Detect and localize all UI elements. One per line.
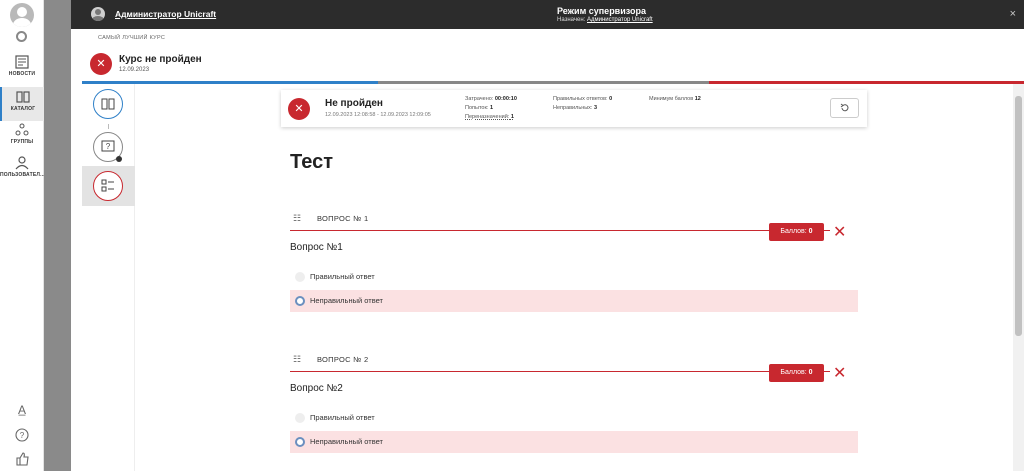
stat-label: Переназначений: — [465, 114, 510, 120]
step-lesson[interactable] — [82, 84, 135, 124]
score-label: Баллов: — [780, 228, 807, 235]
like-icon[interactable] — [14, 452, 30, 468]
question-header: ☷ ВОПРОС № 1 — [290, 209, 830, 231]
score-value: 0 — [808, 228, 813, 235]
test-title: Тест — [290, 151, 333, 173]
app-sidebar: НОВОСТИ КАТАЛОГ ГРУППЫ ПОЛЬЗОВАТЕЛ... A̲… — [0, 0, 45, 471]
course-header: САМЫЙ ЛУЧШИЙ КУРС ✕ Курс не пройден 12.0… — [82, 29, 1024, 81]
course-fail-icon: ✕ — [90, 53, 112, 75]
result-card: ✕ Не пройден 12.09.2023 12:08:58 - 12.09… — [281, 90, 867, 127]
answer-text: Неправильный ответ — [310, 296, 383, 305]
stat-wrong: Неправильных: 3 — [553, 105, 597, 111]
close-icon[interactable]: × — [1010, 8, 1016, 20]
stat-label: Неправильных: — [553, 105, 593, 111]
stat-label: Правильных ответов: — [553, 96, 608, 102]
stat-value: 1 — [510, 114, 514, 120]
assigned-prefix: Назначен: — [557, 17, 586, 23]
sidebar-item-label: ПОЛЬЗОВАТЕЛ... — [0, 172, 45, 178]
breadcrumb[interactable]: САМЫЙ ЛУЧШИЙ КУРС — [98, 35, 165, 41]
list-icon: ☷ — [293, 354, 302, 364]
avatar[interactable] — [10, 3, 34, 27]
scrollbar[interactable] — [1013, 84, 1024, 471]
question-number: ВОПРОС № 2 — [317, 355, 369, 364]
result-status: Не пройден — [325, 98, 383, 109]
course-title: Курс не пройден — [119, 54, 202, 65]
question-text: Вопрос №1 — [290, 242, 343, 253]
step-badge — [116, 156, 122, 162]
overlay-backdrop — [44, 0, 71, 471]
score-badge: Баллов: 0 — [769, 223, 824, 241]
question-header: ☷ ВОПРОС № 2 — [290, 350, 830, 372]
fail-icon: ✕ — [288, 98, 310, 120]
user-avatar-icon — [91, 7, 105, 21]
main-content: ✕ Не пройден 12.09.2023 12:08:58 - 12.09… — [135, 84, 1013, 471]
score-badge: Баллов: 0 — [769, 364, 824, 382]
sidebar-item-users[interactable]: ПОЛЬЗОВАТЕЛ... — [0, 153, 45, 187]
stat-label: Попыток: — [465, 105, 489, 111]
mode-title: Режим супервизора — [557, 6, 647, 16]
assigned-info: Назначен: Администратор Unicraft — [557, 17, 653, 23]
stat-value: 12 — [694, 96, 701, 102]
supervisor-bar: Администратор Unicraft Режим супервизора… — [71, 0, 1024, 29]
settings-icon[interactable] — [16, 31, 27, 42]
reset-icon — [840, 103, 848, 112]
assigned-user-link[interactable]: Администратор Unicraft — [587, 17, 653, 23]
sidebar-item-label: ГРУППЫ — [10, 139, 34, 145]
answer-option: Правильный ответ — [290, 407, 858, 429]
stat-correct: Правильных ответов: 0 — [553, 96, 612, 102]
stat-value: 1 — [489, 105, 493, 111]
stat-spent: Затрачено: 00:00:10 — [465, 96, 517, 102]
answer-option-selected: Неправильный ответ — [290, 290, 858, 312]
svg-text:?: ? — [20, 431, 25, 440]
svg-text:?: ? — [106, 142, 111, 151]
stat-reassign[interactable]: Переназначений: 1 — [465, 114, 514, 120]
sidebar-item-groups[interactable]: ГРУППЫ — [0, 120, 44, 154]
stat-label: Минимум баллов — [649, 96, 694, 102]
test-icon — [93, 171, 123, 201]
sidebar-item-news[interactable]: НОВОСТИ — [0, 52, 44, 86]
answer-option-selected: Неправильный ответ — [290, 431, 858, 453]
step-question[interactable]: ? — [82, 127, 135, 167]
reset-button[interactable] — [830, 98, 859, 118]
scrollbar-thumb[interactable] — [1015, 96, 1022, 336]
sidebar-item-label: КАТАЛОГ — [10, 106, 36, 112]
wrong-mark-icon: ✕ — [833, 365, 847, 382]
sidebar-item-label: НОВОСТИ — [8, 71, 36, 77]
score-value: 0 — [808, 369, 813, 376]
question-number: ВОПРОС № 1 — [317, 214, 369, 223]
course-date: 12.09.2023 — [119, 67, 150, 73]
radio-button — [295, 413, 305, 423]
step-test[interactable] — [82, 166, 135, 206]
radio-button-selected — [295, 437, 305, 447]
news-icon — [15, 55, 29, 69]
translate-icon[interactable]: A̲ — [14, 403, 30, 419]
stat-value: 3 — [594, 105, 598, 111]
sidebar-item-catalog[interactable]: КАТАЛОГ — [0, 87, 44, 121]
question-text: Вопрос №2 — [290, 383, 343, 394]
catalog-icon — [16, 91, 30, 103]
radio-button-selected — [295, 296, 305, 306]
stat-label: Затрачено: — [465, 96, 494, 102]
list-icon: ☷ — [293, 213, 302, 223]
stat-min-score: Минимум баллов 12 — [649, 96, 701, 102]
book-icon — [93, 89, 123, 119]
wrong-mark-icon: ✕ — [833, 224, 847, 241]
help-icon[interactable]: ? — [14, 428, 30, 444]
radio-button — [295, 272, 305, 282]
answer-text: Правильный ответ — [310, 272, 375, 281]
stat-value: 00:00:10 — [494, 96, 517, 102]
groups-icon — [15, 123, 29, 136]
supervisor-user-link[interactable]: Администратор Unicraft — [115, 9, 216, 19]
answer-text: Правильный ответ — [310, 413, 375, 422]
stat-value: 0 — [609, 96, 613, 102]
result-time-range: 12.09.2023 12:08:58 - 12.09.2023 12:09:0… — [325, 112, 431, 118]
course-steps-nav: ? — [82, 84, 135, 471]
answer-option: Правильный ответ — [290, 266, 858, 288]
users-icon — [15, 156, 29, 170]
answer-text: Неправильный ответ — [310, 437, 383, 446]
score-label: Баллов: — [780, 369, 807, 376]
stat-attempts: Попыток: 1 — [465, 105, 493, 111]
